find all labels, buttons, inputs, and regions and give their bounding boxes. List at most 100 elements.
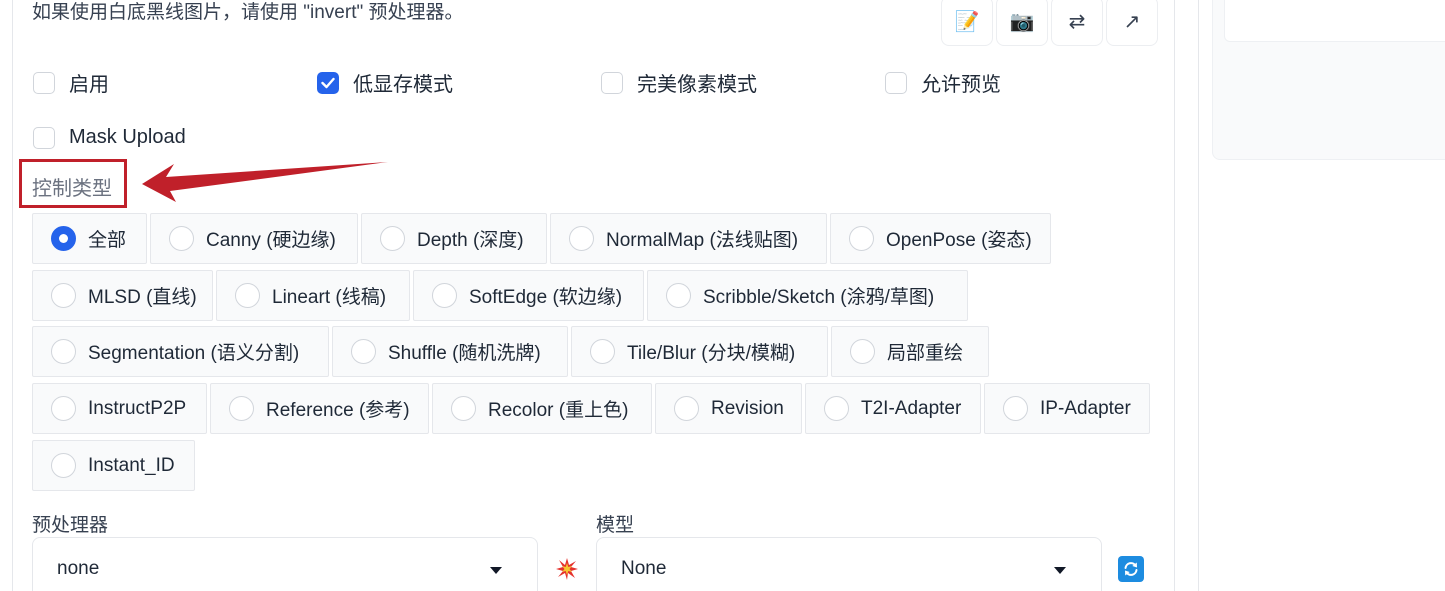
control-type-option-all[interactable]: 全部	[32, 213, 147, 264]
option-label: Shuffle (随机洗牌)	[388, 343, 541, 364]
radio-button[interactable]	[569, 226, 594, 251]
radio-button[interactable]	[1003, 396, 1028, 421]
pixel-perfect-label: 完美像素模式	[637, 74, 757, 96]
radio-button[interactable]	[51, 339, 76, 364]
swap-dimensions-button[interactable]: ⇄	[1051, 0, 1103, 46]
control-type-option-canny[interactable]: Canny (硬边缘)	[150, 213, 358, 264]
model-label: 模型	[596, 515, 635, 536]
option-label: Reference (参考)	[266, 400, 410, 421]
enable-checkbox[interactable]	[33, 71, 55, 94]
control-type-option-t2i-adapter[interactable]: T2I-Adapter	[805, 383, 981, 434]
radio-button[interactable]	[51, 396, 76, 421]
check-icon	[321, 77, 335, 88]
control-type-option-ip-adapter[interactable]: IP-Adapter	[984, 383, 1150, 434]
refresh-icon	[1124, 562, 1138, 576]
low-vram-label: 低显存模式	[353, 74, 453, 96]
camera-button[interactable]: 📷	[996, 0, 1048, 46]
option-label: 全部	[88, 230, 127, 251]
radio-button[interactable]	[380, 226, 405, 251]
radio-button[interactable]	[666, 283, 691, 308]
radio-button[interactable]	[824, 396, 849, 421]
low-vram-checkbox[interactable]	[317, 71, 339, 94]
control-type-option-instant-id[interactable]: Instant_ID	[32, 440, 195, 491]
control-type-option-segmentation[interactable]: Segmentation (语义分割)	[32, 326, 329, 377]
control-type-option-shuffle[interactable]: Shuffle (随机洗牌)	[332, 326, 568, 377]
allow-preview-checkbox-row[interactable]: 允许预览	[885, 68, 1001, 97]
option-label: Segmentation (语义分割)	[88, 343, 300, 364]
control-type-option-depth[interactable]: Depth (深度)	[361, 213, 547, 264]
control-type-label: 控制类型	[32, 178, 112, 200]
allow-preview-checkbox[interactable]	[885, 71, 907, 94]
option-label: Recolor (重上色)	[488, 400, 629, 421]
enable-label: 启用	[69, 74, 109, 96]
mask-upload-label: Mask Upload	[69, 126, 186, 148]
radio-button[interactable]	[235, 283, 260, 308]
model-value: None	[621, 558, 667, 579]
edit-icon: 📝	[954, 9, 980, 33]
camera-icon: 📷	[1009, 9, 1035, 33]
explosion-icon	[556, 558, 578, 580]
option-label: Lineart (线稿)	[272, 287, 387, 308]
option-label: T2I-Adapter	[861, 397, 962, 419]
radio-button[interactable]	[849, 226, 874, 251]
radio-button[interactable]	[51, 283, 76, 308]
preprocessor-dropdown[interactable]: none	[32, 537, 538, 591]
option-label: Scribble/Sketch (涂鸦/草图)	[703, 287, 935, 308]
chevron-down-icon	[1054, 567, 1066, 574]
option-label: MLSD (直线)	[88, 287, 197, 308]
edit-button[interactable]: 📝	[941, 0, 993, 46]
preprocessor-label: 预处理器	[32, 515, 109, 536]
enable-checkbox-row[interactable]: 启用	[33, 68, 109, 97]
radio-button[interactable]	[590, 339, 615, 364]
radio-button[interactable]	[674, 396, 699, 421]
low-vram-checkbox-row[interactable]: 低显存模式	[317, 68, 453, 97]
radio-button[interactable]	[229, 396, 254, 421]
pixel-perfect-checkbox-row[interactable]: 完美像素模式	[601, 68, 757, 97]
mask-upload-checkbox-row[interactable]: Mask Upload	[33, 126, 186, 149]
run-preprocessor-button[interactable]	[554, 556, 580, 582]
right-panel-field	[1224, 0, 1445, 42]
control-type-option-lineart[interactable]: Lineart (线稿)	[216, 270, 410, 321]
swap-icon: ⇄	[1068, 9, 1086, 33]
option-label: SoftEdge (软边缘)	[469, 287, 623, 308]
column-divider	[1198, 0, 1199, 591]
preprocessor-value: none	[57, 558, 100, 579]
control-type-option-tile-blur[interactable]: Tile/Blur (分块/模糊)	[571, 326, 828, 377]
send-icon: ↗	[1123, 9, 1141, 33]
invert-hint-text: 如果使用白底黑线图片，请使用 "invert" 预处理器。	[32, 2, 464, 23]
option-label: Tile/Blur (分块/模糊)	[627, 343, 796, 364]
radio-button[interactable]	[351, 339, 376, 364]
option-label: 局部重绘	[887, 343, 964, 364]
option-label: IP-Adapter	[1040, 397, 1131, 419]
control-type-option-mlsd[interactable]: MLSD (直线)	[32, 270, 213, 321]
control-type-option-openpose[interactable]: OpenPose (姿态)	[830, 213, 1051, 264]
mask-upload-checkbox[interactable]	[33, 126, 55, 149]
control-type-option-softedge[interactable]: SoftEdge (软边缘)	[413, 270, 644, 321]
option-label: Instant_ID	[88, 454, 175, 476]
control-type-option-reference[interactable]: Reference (参考)	[210, 383, 429, 434]
annotation-arrow	[142, 162, 388, 202]
option-label: OpenPose (姿态)	[886, 230, 1032, 251]
chevron-down-icon	[490, 567, 502, 574]
send-dimensions-button[interactable]: ↗	[1106, 0, 1158, 46]
model-dropdown[interactable]: None	[596, 537, 1102, 591]
control-type-option-scribble[interactable]: Scribble/Sketch (涂鸦/草图)	[647, 270, 968, 321]
radio-button[interactable]	[51, 226, 76, 251]
radio-button[interactable]	[432, 283, 457, 308]
option-label: Canny (硬边缘)	[206, 230, 336, 251]
option-label: Revision	[711, 397, 784, 419]
control-type-option-inpaint[interactable]: 局部重绘	[831, 326, 989, 377]
option-label: InstructP2P	[88, 397, 187, 419]
radio-button[interactable]	[451, 396, 476, 421]
radio-button[interactable]	[850, 339, 875, 364]
pixel-perfect-checkbox[interactable]	[601, 71, 623, 94]
radio-button[interactable]	[169, 226, 194, 251]
control-type-option-recolor[interactable]: Recolor (重上色)	[432, 383, 652, 434]
control-type-option-normalmap[interactable]: NormalMap (法线贴图)	[550, 213, 827, 264]
option-label: Depth (深度)	[417, 230, 524, 251]
allow-preview-label: 允许预览	[921, 74, 1001, 96]
radio-button[interactable]	[51, 453, 76, 478]
refresh-models-button[interactable]	[1118, 556, 1144, 582]
control-type-option-instructp2p[interactable]: InstructP2P	[32, 383, 207, 434]
control-type-option-revision[interactable]: Revision	[655, 383, 802, 434]
